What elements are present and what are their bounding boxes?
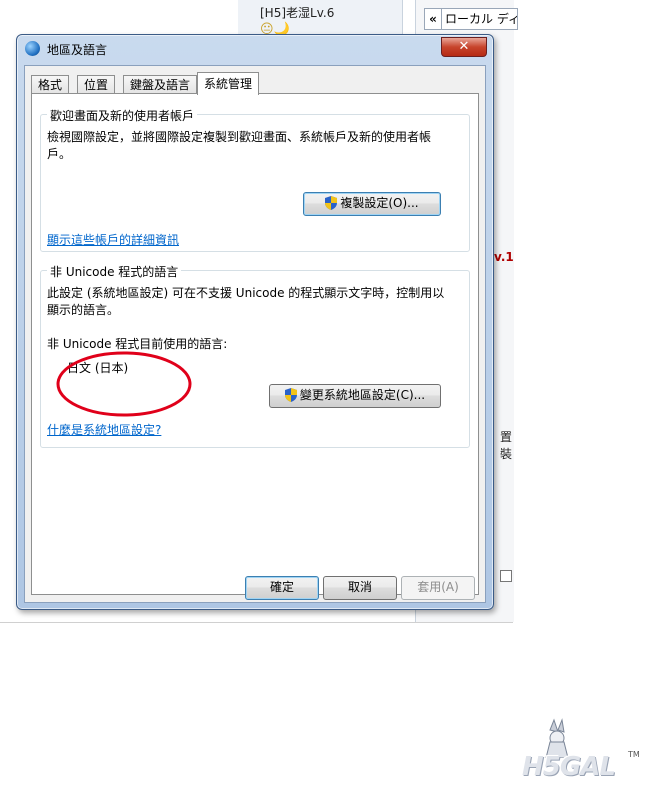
- watermark-tm: TM: [628, 750, 640, 759]
- administrative-panel: 歡迎畫面及新的使用者帳戶 檢視國際設定，並將國際設定複製到歡迎畫面、系統帳戶及新…: [31, 93, 479, 595]
- collapse-arrow-icon[interactable]: «: [425, 9, 442, 29]
- welcome-description-line2: 戶。: [47, 147, 72, 161]
- non-unicode-group-title: 非 Unicode 程式的語言: [47, 263, 182, 280]
- ok-button[interactable]: 確定: [245, 576, 319, 600]
- apply-button[interactable]: 套用(A): [401, 576, 475, 600]
- tab-location[interactable]: 位置: [77, 75, 116, 94]
- welcome-group-title: 歡迎畫面及新的使用者帳戶: [47, 107, 198, 124]
- welcome-description: 檢視國際設定，並將國際設定複製到歡迎畫面、系統帳戶及新的使用者帳 戶。: [47, 129, 465, 163]
- background-checkbox[interactable]: [500, 570, 512, 582]
- tab-keyboards-languages[interactable]: 鍵盤及語言: [123, 75, 198, 94]
- h5gal-watermark: H5GAL TM: [516, 718, 646, 788]
- background-forum-header: [H5]老湿Lv.6 😐🌙: [238, 0, 403, 38]
- background-divider: [0, 622, 513, 623]
- globe-icon: [25, 41, 40, 56]
- window-title: 地區及語言: [47, 43, 108, 57]
- non-unicode-description-line2: 顯示的語言。: [47, 303, 120, 317]
- level-fragment: v.1: [494, 250, 514, 264]
- uac-shield-icon: [325, 196, 338, 210]
- system-locale-help-link[interactable]: 什麼是系統地區設定?: [47, 421, 161, 438]
- cancel-button[interactable]: 取消: [323, 576, 397, 600]
- account-details-link[interactable]: 顯示這些帳戶的詳細資訊: [47, 231, 179, 248]
- uac-shield-icon: [284, 388, 297, 402]
- title-bar[interactable]: 地區及語言 ✕: [17, 35, 493, 61]
- change-system-locale-label: 變更系統地區設定(C)...: [299, 388, 426, 402]
- non-unicode-description-line1: 此設定 (系統地區設定) 可在不支援 Unicode 的程式顯示文字時，控制用以: [47, 286, 445, 300]
- tab-formats[interactable]: 格式: [31, 75, 70, 94]
- copy-settings-button[interactable]: 複製設定(O)...: [303, 192, 441, 216]
- local-tab[interactable]: «ローカル ディ: [424, 8, 518, 30]
- local-tab-label: ローカル ディ: [445, 12, 518, 26]
- welcome-screen-group: 歡迎畫面及新的使用者帳戶 檢視國際設定，並將國際設定複製到歡迎畫面、系統帳戶及新…: [40, 107, 470, 252]
- forum-username: [H5]老湿Lv.6: [260, 6, 335, 20]
- welcome-description-line1: 檢視國際設定，並將國際設定複製到歡迎畫面、系統帳戶及新的使用者帳: [47, 130, 432, 144]
- copy-settings-label: 複製設定(O)...: [340, 196, 419, 210]
- watermark-text: H5GAL: [522, 752, 616, 782]
- region-language-dialog: 地區及語言 ✕ 格式 位置 鍵盤及語言 系統管理 歡迎畫面及新的使用者帳戶 檢視…: [16, 34, 494, 610]
- close-button[interactable]: ✕: [441, 37, 487, 57]
- tab-administrative[interactable]: 系統管理: [197, 72, 260, 95]
- install-fragment: 置裝: [500, 430, 513, 461]
- red-annotation-ellipse: [56, 351, 192, 417]
- change-system-locale-button[interactable]: 變更系統地區設定(C)...: [269, 384, 441, 408]
- dialog-client-area: 格式 位置 鍵盤及語言 系統管理 歡迎畫面及新的使用者帳戶 檢視國際設定，並將國…: [24, 65, 486, 603]
- non-unicode-description: 此設定 (系統地區設定) 可在不支援 Unicode 的程式顯示文字時，控制用以…: [47, 285, 465, 319]
